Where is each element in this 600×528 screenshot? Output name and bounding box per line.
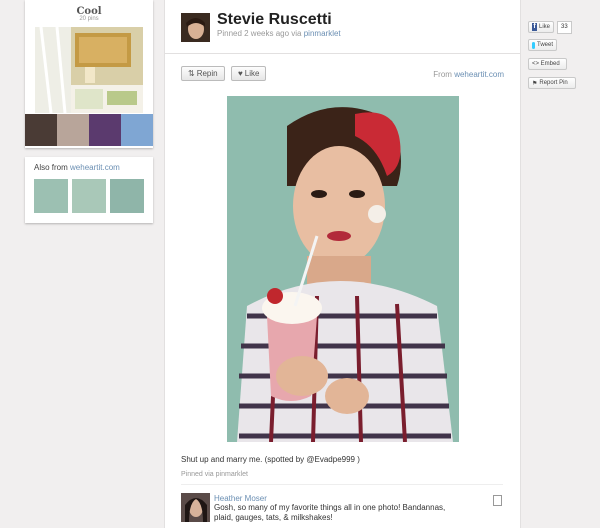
board-pin-count: 20 pins (79, 16, 99, 22)
flag-icon: ⚑ (532, 80, 538, 87)
comment-text: Gosh, so many of my favorite things all … (214, 503, 446, 522)
commenter-name[interactable]: Heather Moser (214, 494, 267, 503)
pinned-via-label: Pinned via (181, 471, 214, 478)
pinned-meta: Pinned 2 weeks ago via pinmarklet (217, 29, 341, 38)
flag-comment-icon[interactable] (493, 495, 502, 506)
embed-button[interactable]: <> Embed (528, 58, 567, 70)
tweet-button[interactable]: Tweet (528, 39, 557, 51)
commenter-avatar[interactable] (181, 493, 210, 522)
facebook-like-count: 33 (557, 21, 572, 34)
pinned-via: Pinned via pinmarklet (181, 471, 248, 478)
embed-label: <> Embed (532, 61, 560, 67)
from-label: From (433, 70, 452, 79)
board-thumbnail[interactable] (121, 114, 153, 146)
board-cover-image[interactable] (35, 27, 143, 113)
board-thumbnail[interactable] (89, 114, 121, 146)
also-from-thumbnail[interactable] (72, 179, 106, 213)
repin-icon: ⇅ (188, 69, 195, 78)
also-from-source-link[interactable]: weheartit.com (70, 163, 120, 172)
pinned-meta-text: Pinned 2 weeks ago via (217, 29, 302, 38)
also-from-thumbnails (34, 179, 144, 213)
also-from-title: Also from weheartit.com (34, 163, 120, 172)
pin-image[interactable] (227, 96, 459, 442)
facebook-like-button[interactable]: f Like (528, 21, 554, 33)
user-avatar[interactable] (181, 13, 210, 42)
facebook-icon: f (532, 23, 537, 31)
board-thumbnail-strip[interactable] (25, 114, 153, 146)
user-name[interactable]: Stevie Ruscetti (217, 11, 332, 29)
comment-divider (181, 484, 503, 485)
board-card[interactable]: Cool 20 pins (25, 0, 153, 148)
report-pin-button[interactable]: ⚑ Report Pin (528, 77, 576, 89)
from-source: From weheartit.com (433, 70, 504, 79)
also-from-thumbnail[interactable] (110, 179, 144, 213)
facebook-like-label: Like (538, 24, 550, 30)
also-from-label: Also from (34, 163, 68, 172)
tweet-label: Tweet (536, 42, 553, 48)
repin-label: Repin (196, 69, 218, 78)
header-divider (165, 53, 520, 54)
pin-caption: Shut up and marry me. (spotted by @Evadp… (181, 455, 360, 464)
board-thumbnail[interactable] (57, 114, 89, 146)
pinned-source-link[interactable]: pinmarklet (304, 29, 341, 38)
repin-button[interactable]: ⇅ Repin (181, 66, 225, 81)
like-label: Like (244, 69, 260, 78)
like-button[interactable]: ♥ Like (231, 66, 267, 81)
heart-icon: ♥ (238, 69, 243, 78)
from-source-link[interactable]: weheartit.com (454, 70, 504, 79)
also-from-thumbnail[interactable] (34, 179, 68, 213)
board-thumbnail[interactable] (25, 114, 57, 146)
twitter-bird-icon (532, 41, 535, 49)
pin-detail-panel: Stevie Ruscetti Pinned 2 weeks ago via p… (164, 0, 521, 528)
report-pin-label: Report Pin (539, 80, 568, 86)
pinned-via-source-link[interactable]: pinmarklet (216, 471, 248, 478)
also-from-card: Also from weheartit.com (25, 157, 153, 223)
